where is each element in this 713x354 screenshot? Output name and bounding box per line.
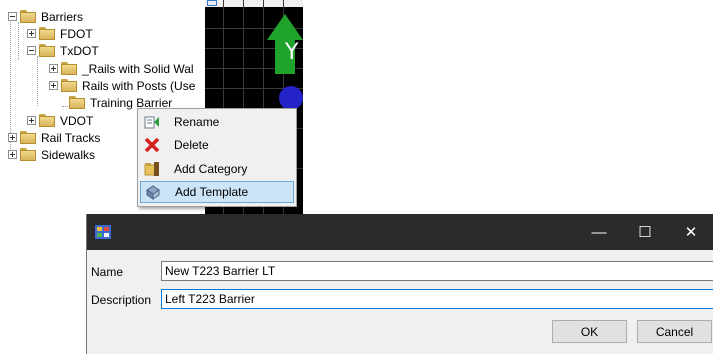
tree-item-rails-solid-wall[interactable]: _Rails with Solid Wal bbox=[49, 60, 195, 77]
minimize-button[interactable]: — bbox=[576, 214, 622, 250]
tree-item-sidewalks[interactable]: Sidewalks bbox=[8, 146, 96, 163]
menu-item-add-category[interactable]: Add Category bbox=[140, 158, 294, 180]
menu-item-label: Add Template bbox=[175, 185, 249, 199]
folder-icon bbox=[20, 10, 36, 23]
expand-icon[interactable] bbox=[49, 81, 58, 90]
cancel-button[interactable]: Cancel bbox=[637, 320, 712, 343]
viewport-toolbar-strip bbox=[205, 0, 303, 7]
folder-icon bbox=[39, 44, 55, 57]
folder-icon bbox=[20, 148, 36, 161]
add-category-icon bbox=[144, 161, 160, 177]
tree-item-label: TxDOT bbox=[60, 43, 99, 58]
tree-item-vdot[interactable]: VDOT bbox=[27, 112, 94, 129]
folder-icon bbox=[20, 131, 36, 144]
folder-icon bbox=[39, 114, 55, 127]
collapse-icon[interactable] bbox=[8, 12, 17, 21]
viewport-tool-icon[interactable] bbox=[207, 0, 217, 6]
menu-item-rename[interactable]: Rename bbox=[140, 111, 294, 133]
folder-icon bbox=[69, 96, 85, 109]
tree-item-barriers[interactable]: Barriers bbox=[8, 8, 84, 25]
name-input[interactable]: New T223 Barrier LT bbox=[161, 261, 713, 281]
tree-item-label: Barriers bbox=[41, 9, 84, 24]
tree-item-label: _Rails with Solid Wal bbox=[82, 61, 194, 76]
tree-item-rails-with-posts[interactable]: Rails with Posts (Use bbox=[49, 77, 196, 94]
menu-item-label: Add Category bbox=[174, 162, 248, 176]
menu-item-add-template[interactable]: Add Template bbox=[140, 181, 294, 203]
expand-icon[interactable] bbox=[8, 133, 17, 142]
expand-icon[interactable] bbox=[49, 64, 58, 73]
folder-icon bbox=[61, 62, 77, 75]
tree-item-label: Rails with Posts (Use bbox=[82, 78, 196, 93]
collapse-icon[interactable] bbox=[27, 46, 36, 55]
app-icon bbox=[95, 225, 111, 239]
tree-item-label: VDOT bbox=[60, 113, 94, 128]
menu-item-label: Rename bbox=[174, 115, 220, 129]
menu-item-label: Delete bbox=[174, 138, 209, 152]
tree-item-label: Sidewalks bbox=[41, 147, 96, 162]
dialog-titlebar[interactable]: — ☐ ✕ bbox=[87, 214, 713, 250]
folder-icon bbox=[39, 27, 55, 40]
tree-connector bbox=[18, 22, 20, 60]
tree-item-txdot[interactable]: TxDOT bbox=[27, 42, 100, 59]
name-label: Name bbox=[91, 265, 124, 279]
rename-icon bbox=[144, 114, 160, 130]
tree-item-fdot[interactable]: FDOT bbox=[27, 25, 94, 42]
context-menu: Rename Delete Add Category Add Template bbox=[137, 108, 297, 207]
delete-x-icon bbox=[144, 137, 160, 153]
expand-icon[interactable] bbox=[8, 150, 17, 159]
menu-item-delete[interactable]: Delete bbox=[140, 134, 294, 156]
new-template-dialog: — ☐ ✕ Name New T223 Barrier LT Descripti… bbox=[86, 214, 713, 354]
close-button[interactable]: ✕ bbox=[668, 214, 713, 250]
folder-icon bbox=[61, 79, 77, 92]
ok-button[interactable]: OK bbox=[552, 320, 627, 343]
tree-item-rail-tracks[interactable]: Rail Tracks bbox=[8, 129, 101, 146]
expand-icon[interactable] bbox=[27, 29, 36, 38]
description-input[interactable]: Left T223 Barrier bbox=[161, 289, 713, 309]
y-axis-label: Y bbox=[285, 40, 299, 65]
maximize-button[interactable]: ☐ bbox=[622, 214, 668, 250]
description-label: Description bbox=[91, 293, 152, 307]
tree-item-label: Rail Tracks bbox=[41, 130, 101, 145]
tree-connector bbox=[37, 56, 39, 106]
expand-icon[interactable] bbox=[27, 116, 36, 125]
origin-node-icon bbox=[279, 86, 303, 110]
tree-item-label: FDOT bbox=[60, 26, 93, 41]
add-template-icon bbox=[145, 184, 161, 200]
